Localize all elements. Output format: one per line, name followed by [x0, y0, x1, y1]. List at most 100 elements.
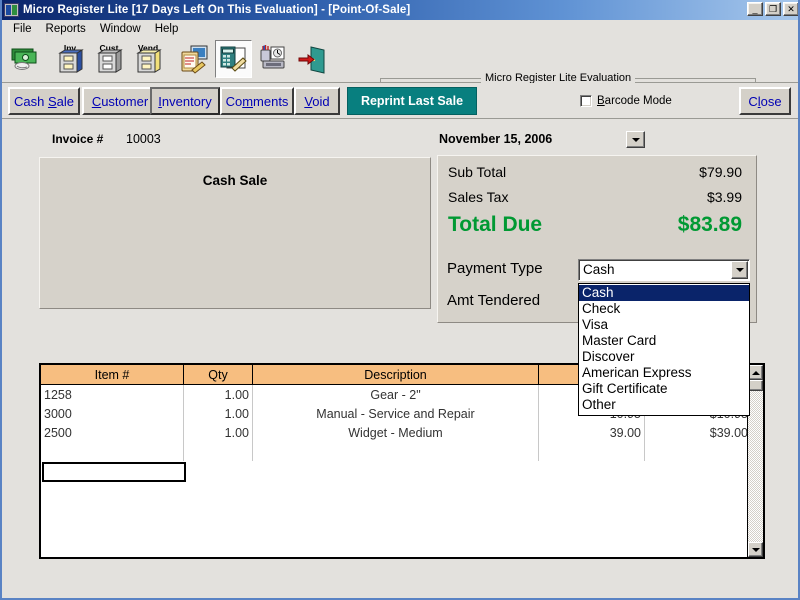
- payment-option-visa[interactable]: Visa: [579, 317, 749, 333]
- cell-description[interactable]: Widget - Medium: [253, 423, 539, 442]
- menu-item-help[interactable]: Help: [150, 22, 188, 36]
- cell-total[interactable]: $39.00: [645, 423, 752, 442]
- cell-item-number[interactable]: 2500: [41, 423, 184, 442]
- tab-void[interactable]: Void: [294, 87, 340, 115]
- tab-void-label: Void: [304, 94, 329, 109]
- payment-option-check[interactable]: Check: [579, 301, 749, 317]
- cell-qty[interactable]: 1.00: [184, 385, 253, 405]
- window-controls: _ ❐ ✕: [747, 2, 799, 16]
- sales-tax-value: $3.99: [707, 189, 742, 205]
- payment-type-combobox[interactable]: Cash: [578, 259, 750, 281]
- barcode-mode-label: Barcode Mode: [597, 95, 672, 107]
- menu-bar: File Reports Window Help: [2, 20, 798, 38]
- cell-total[interactable]: [645, 442, 752, 461]
- customer-info-panel: Cash Sale: [39, 157, 431, 309]
- sub-total-value: $79.90: [699, 164, 742, 180]
- cell-description[interactable]: Manual - Service and Repair: [253, 404, 539, 423]
- cell-item-number[interactable]: 1258: [41, 385, 184, 405]
- amt-tendered-label: Amt Tendered: [447, 292, 540, 309]
- cell-qty[interactable]: 1.00: [184, 423, 253, 442]
- date-dropdown-button[interactable]: [626, 131, 645, 148]
- toolbar: Inv Cust: [2, 38, 798, 83]
- total-due-label: Total Due: [448, 213, 542, 237]
- calculator-icon: [219, 44, 249, 74]
- exit-door-icon: [297, 44, 327, 74]
- scrollbar-thumb[interactable]: [748, 380, 763, 391]
- scrollbar-track[interactable]: [748, 380, 763, 542]
- payment-option-american-express[interactable]: American Express: [579, 365, 749, 381]
- payment-type-label: Payment Type: [447, 260, 543, 277]
- minimize-button[interactable]: _: [747, 2, 763, 16]
- office-supplies-icon-button[interactable]: [254, 40, 291, 78]
- menu-item-file[interactable]: File: [8, 22, 41, 36]
- chevron-down-icon: [632, 138, 640, 142]
- tab-customer[interactable]: Customer: [82, 87, 158, 115]
- customer-cabinet-icon: Cust: [95, 43, 125, 75]
- sub-total-label: Sub Total: [448, 164, 506, 180]
- cell-description[interactable]: Gear - 2": [253, 385, 539, 405]
- invoice-number-label: Invoice #: [52, 132, 103, 146]
- clipboard-pencil-icon: [179, 44, 211, 74]
- cell-item-number[interactable]: 3000: [41, 404, 184, 423]
- cell-qty[interactable]: [184, 442, 253, 461]
- tab-customer-label: Customer: [92, 94, 148, 109]
- close-button[interactable]: Close: [739, 87, 791, 115]
- table-row[interactable]: [41, 442, 751, 461]
- exit-door-icon-button[interactable]: [293, 40, 330, 78]
- application-window: Micro Register Lite [17 Days Left On Thi…: [0, 0, 800, 600]
- tab-comments-label: Comments: [226, 94, 289, 109]
- barcode-mode-checkbox[interactable]: [580, 95, 592, 107]
- payment-option-cash[interactable]: Cash: [579, 285, 749, 301]
- payment-option-master-card[interactable]: Master Card: [579, 333, 749, 349]
- calculator-icon-button[interactable]: [215, 40, 252, 78]
- scroll-up-button[interactable]: [748, 365, 763, 380]
- menu-item-reports[interactable]: Reports: [41, 22, 95, 36]
- application-icon: [4, 3, 19, 17]
- payment-type-dropdown-list[interactable]: Cash Check Visa Master Card Discover Ame…: [578, 283, 750, 416]
- table-row[interactable]: 2500 1.00 Widget - Medium 39.00 $39.00: [41, 423, 751, 442]
- column-header-item-number[interactable]: Item #: [41, 365, 184, 385]
- cell-item-number[interactable]: [41, 442, 184, 461]
- tab-inventory[interactable]: Inventory: [150, 87, 220, 115]
- inventory-cabinet-icon: Inv: [56, 43, 86, 75]
- scroll-down-button[interactable]: [748, 542, 763, 557]
- close-button-label: Close: [748, 94, 781, 109]
- payment-option-other[interactable]: Other: [579, 397, 749, 413]
- module-tab-bar: Cash Sale Customer Inventory Comments Vo…: [2, 83, 798, 119]
- tab-cash-sale[interactable]: Cash Sale: [8, 87, 80, 115]
- sales-tax-label: Sales Tax: [448, 189, 508, 205]
- cell-description[interactable]: [253, 442, 539, 461]
- window-title: Micro Register Lite [17 Days Left On Thi…: [23, 4, 410, 16]
- title-bar: Micro Register Lite [17 Days Left On Thi…: [2, 0, 800, 20]
- cash-money-icon-button[interactable]: [6, 40, 43, 78]
- column-header-qty[interactable]: Qty: [184, 365, 253, 385]
- payment-type-dropdown-arrow[interactable]: [731, 261, 748, 279]
- vendor-cabinet-icon-button[interactable]: Vend: [130, 40, 167, 78]
- maximize-button[interactable]: ❐: [765, 2, 781, 16]
- arrow-down-icon: [752, 548, 760, 552]
- customer-cabinet-icon-button[interactable]: Cust: [91, 40, 128, 78]
- cell-qty[interactable]: 1.00: [184, 404, 253, 423]
- invoice-number-value: 10003: [126, 132, 161, 146]
- barcode-mode-checkbox-row[interactable]: Barcode Mode: [580, 95, 672, 107]
- tab-cash-sale-label: Cash Sale: [14, 94, 74, 109]
- invoice-date-value: November 15, 2006: [439, 132, 552, 146]
- payment-option-discover[interactable]: Discover: [579, 349, 749, 365]
- payment-option-gift-certificate[interactable]: Gift Certificate: [579, 381, 749, 397]
- cell-price[interactable]: [539, 442, 645, 461]
- customer-name-text: Cash Sale: [40, 173, 430, 188]
- clipboard-pencil-icon-button[interactable]: [176, 40, 213, 78]
- menu-item-window[interactable]: Window: [95, 22, 150, 36]
- column-header-description[interactable]: Description: [253, 365, 539, 385]
- active-item-number-cell[interactable]: [42, 462, 186, 482]
- tab-comments[interactable]: Comments: [220, 87, 294, 115]
- cell-price[interactable]: 39.00: [539, 423, 645, 442]
- inventory-cabinet-icon-button[interactable]: Inv: [52, 40, 89, 78]
- reprint-last-sale-button[interactable]: Reprint Last Sale: [347, 87, 477, 115]
- arrow-up-icon: [752, 371, 760, 375]
- tab-inventory-label: Inventory: [158, 94, 212, 109]
- toolbar-button-strip: Inv Cust: [6, 40, 330, 78]
- close-window-button[interactable]: ✕: [783, 2, 799, 16]
- payment-type-selected-value: Cash: [583, 262, 615, 277]
- office-supplies-icon: [257, 44, 289, 74]
